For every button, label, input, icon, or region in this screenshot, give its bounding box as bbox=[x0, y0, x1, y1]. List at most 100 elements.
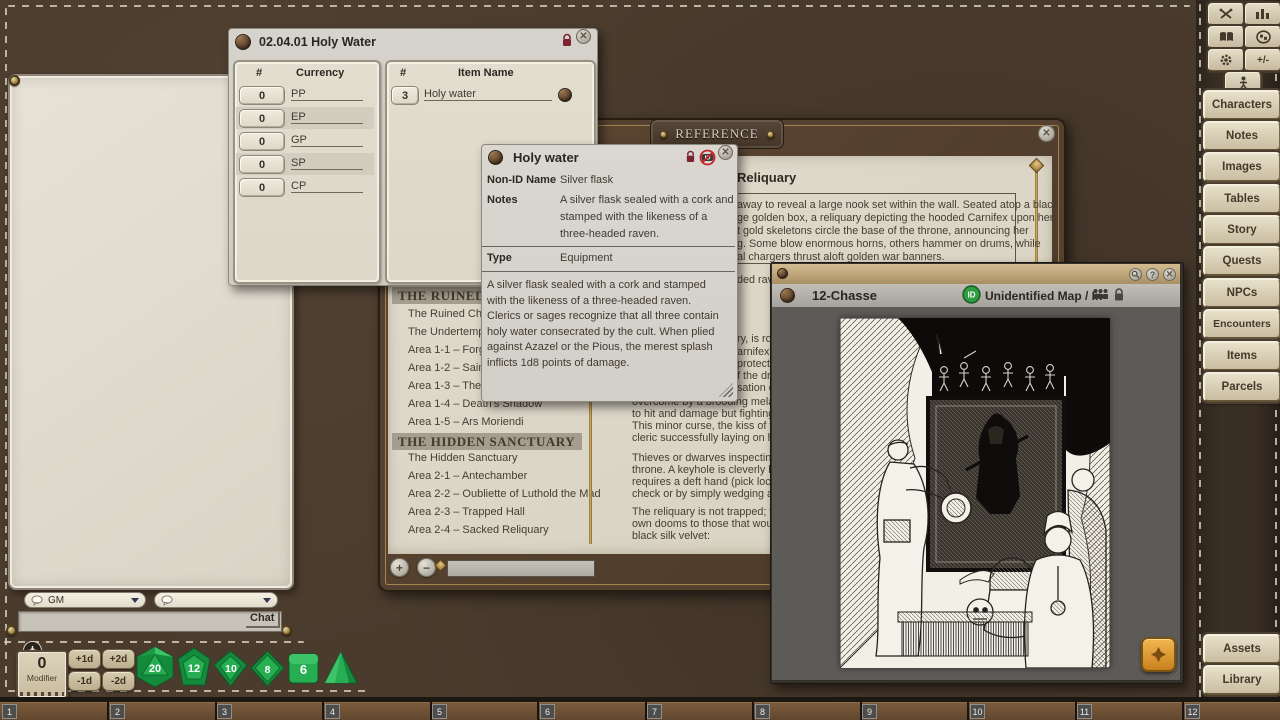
item-window-knob[interactable] bbox=[488, 150, 503, 165]
die-d12[interactable]: 12 bbox=[174, 647, 214, 692]
die-d6[interactable]: 6 bbox=[288, 653, 319, 689]
notes-value-line[interactable]: A silver flask sealed with a cork and bbox=[560, 194, 734, 206]
chat-speaker-dropdown[interactable]: GM bbox=[24, 592, 146, 608]
items-col-name: Item Name bbox=[458, 67, 514, 79]
reference-scrollbar[interactable] bbox=[447, 560, 595, 577]
currency-label[interactable]: CP bbox=[291, 180, 363, 193]
hotbar-slot[interactable]: 12 bbox=[1185, 704, 1200, 719]
sidebar-item-parcels[interactable]: Parcels bbox=[1203, 372, 1280, 402]
toc-section-ruined[interactable]: THE RUINED bbox=[398, 288, 485, 304]
toolbar-dice-tower-button[interactable] bbox=[1245, 26, 1280, 48]
hotbar-slot[interactable]: 7 bbox=[647, 704, 662, 719]
toc-section-hidden[interactable]: THE HIDDEN SANCTUARY bbox=[398, 434, 575, 450]
chat-send-label[interactable]: Chat bbox=[246, 611, 280, 628]
fit-image-button[interactable] bbox=[1141, 637, 1176, 672]
sidebar-item-npcs[interactable]: NPCs bbox=[1203, 278, 1280, 308]
die-d4[interactable] bbox=[322, 650, 359, 692]
item-close-icon[interactable]: ✕ bbox=[718, 145, 733, 160]
toc-item[interactable]: Area 2-3 – Trapped Hall bbox=[408, 506, 525, 518]
zoom-out-button[interactable]: − bbox=[417, 558, 436, 577]
hotbar-separator bbox=[537, 702, 539, 720]
chat-identity-dropdown[interactable] bbox=[154, 592, 278, 608]
dice-tray-icon bbox=[1256, 30, 1271, 44]
sidebar-item-library[interactable]: Library bbox=[1203, 665, 1280, 695]
image-help-icon[interactable]: ? bbox=[1146, 268, 1159, 281]
hotbar-slot[interactable]: 8 bbox=[755, 704, 770, 719]
id-badge-icon[interactable]: ID bbox=[962, 285, 981, 309]
unidentified-toggle-icon[interactable]: ID bbox=[699, 149, 716, 171]
item-qty-field[interactable]: 3 bbox=[391, 86, 419, 105]
hotbar-slot[interactable]: 1 bbox=[2, 704, 17, 719]
item-name-field[interactable]: Holy water bbox=[424, 88, 552, 101]
currency-qty-field[interactable]: 0 bbox=[239, 109, 285, 128]
currency-label[interactable]: PP bbox=[291, 88, 363, 101]
non-id-name-value[interactable]: Silver flask bbox=[560, 174, 613, 186]
lock-icon[interactable] bbox=[1113, 287, 1125, 307]
hotbar-slot[interactable]: 6 bbox=[540, 704, 555, 719]
parcel-close-icon[interactable]: ✕ bbox=[576, 29, 591, 44]
currency-label[interactable]: EP bbox=[291, 111, 363, 124]
toc-item[interactable]: Area 2-1 – Antechamber bbox=[408, 470, 527, 482]
notes-value-line[interactable]: stamped with the likeness of a bbox=[560, 211, 707, 223]
currency-qty-field[interactable]: 0 bbox=[239, 132, 285, 151]
currency-label[interactable]: GP bbox=[291, 134, 363, 147]
toolbar-tools-button[interactable] bbox=[1208, 3, 1244, 25]
currency-qty-field[interactable]: 0 bbox=[239, 155, 285, 174]
hotbar-slot[interactable]: 10 bbox=[970, 704, 985, 719]
currency-label[interactable]: SP bbox=[291, 157, 363, 170]
currency-col-name: Currency bbox=[296, 67, 344, 79]
image-frame-knob[interactable] bbox=[777, 268, 788, 279]
sidebar-item-encounters[interactable]: Encounters bbox=[1203, 309, 1280, 339]
hotbar-slot[interactable]: 4 bbox=[325, 704, 340, 719]
toolbar-modifiers-button[interactable]: +/- bbox=[1245, 49, 1280, 71]
add-two-dice-button[interactable]: +2d bbox=[102, 649, 135, 669]
image-zoom-tool-icon[interactable] bbox=[1129, 268, 1142, 281]
image-window-knob[interactable] bbox=[780, 288, 795, 303]
sidebar-item-characters[interactable]: Characters bbox=[1203, 90, 1280, 120]
remove-die-button[interactable]: -1d bbox=[68, 671, 101, 691]
reliquary-engraving[interactable] bbox=[840, 318, 1110, 668]
die-d10[interactable]: 10 bbox=[212, 650, 249, 692]
sidebar-item-assets[interactable]: Assets bbox=[1203, 634, 1280, 664]
remove-two-dice-button[interactable]: -2d bbox=[102, 671, 135, 691]
toolbar-effects-button[interactable] bbox=[1245, 3, 1280, 25]
toc-item[interactable]: Area 1-5 – Ars Moriendi bbox=[408, 416, 524, 428]
hotbar-slot[interactable]: 3 bbox=[217, 704, 232, 719]
sidebar-item-images[interactable]: Images bbox=[1203, 152, 1280, 182]
add-die-button[interactable]: +1d bbox=[68, 649, 101, 669]
hotbar-slot[interactable]: 5 bbox=[432, 704, 447, 719]
hotbar-slot[interactable]: 2 bbox=[110, 704, 125, 719]
die-d20[interactable]: 20 bbox=[134, 646, 176, 693]
modifier-box[interactable]: 0 Modifier bbox=[16, 650, 68, 699]
divider bbox=[482, 271, 735, 272]
players-icon[interactable] bbox=[1092, 288, 1109, 306]
reference-close-icon[interactable]: ✕ bbox=[1038, 125, 1055, 142]
sidebar-item-tables[interactable]: Tables bbox=[1203, 184, 1280, 214]
sidebar-item-story[interactable]: Story bbox=[1203, 215, 1280, 245]
toc-item[interactable]: Area 2-4 – Sacked Reliquary bbox=[408, 524, 549, 536]
item-link-knob[interactable] bbox=[558, 88, 572, 102]
die-d8[interactable]: 8 bbox=[250, 650, 285, 692]
image-window-subtitle: Unidentified Map / In bbox=[985, 289, 1102, 303]
item-description[interactable]: A silver flask sealed with a cork and st… bbox=[487, 278, 727, 371]
toolbar-options-button[interactable] bbox=[1208, 49, 1244, 71]
lock-icon[interactable] bbox=[685, 150, 696, 168]
toc-item[interactable]: Area 2-2 – Oubliette of Luthold the Mad bbox=[408, 488, 601, 500]
type-value[interactable]: Equipment bbox=[560, 252, 613, 264]
notes-value-line[interactable]: three-headed raven. bbox=[560, 228, 659, 240]
currency-qty-field[interactable]: 0 bbox=[239, 86, 285, 105]
hotbar-slot[interactable]: 11 bbox=[1077, 704, 1092, 719]
sidebar-item-notes[interactable]: Notes bbox=[1203, 121, 1280, 151]
hotbar-slot[interactable]: 9 bbox=[862, 704, 877, 719]
chat-entry-box[interactable] bbox=[18, 611, 282, 632]
image-close-icon[interactable]: ✕ bbox=[1163, 268, 1176, 281]
parcel-window-knob[interactable] bbox=[235, 34, 251, 50]
sidebar-item-quests[interactable]: Quests bbox=[1203, 246, 1280, 276]
lock-icon[interactable] bbox=[561, 33, 573, 52]
currency-qty-field[interactable]: 0 bbox=[239, 178, 285, 197]
zoom-in-button[interactable]: + bbox=[390, 558, 409, 577]
toolbar-book-button[interactable] bbox=[1208, 26, 1244, 48]
hotbar-separator bbox=[322, 702, 324, 720]
sidebar-item-items[interactable]: Items bbox=[1203, 341, 1280, 371]
toc-item[interactable]: The Hidden Sanctuary bbox=[408, 452, 517, 464]
